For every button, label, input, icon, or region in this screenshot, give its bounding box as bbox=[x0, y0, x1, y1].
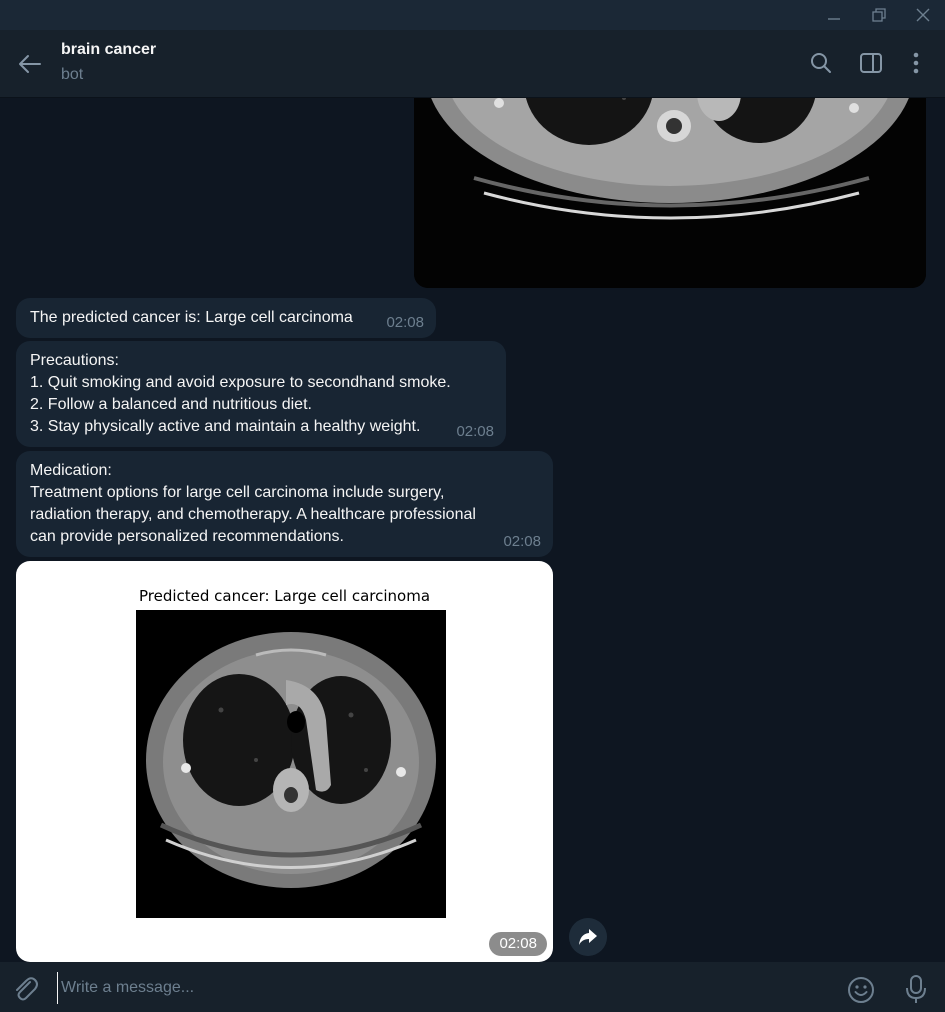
ct-scan-image bbox=[414, 98, 926, 288]
message-input[interactable] bbox=[57, 972, 833, 1004]
message-text: The predicted cancer is: Large cell carc… bbox=[30, 309, 353, 326]
forward-icon[interactable] bbox=[569, 918, 607, 956]
search-icon[interactable] bbox=[808, 50, 834, 76]
chat-status: bot bbox=[61, 66, 84, 83]
window-titlebar bbox=[0, 0, 945, 30]
message-composer bbox=[0, 962, 945, 1012]
message-time: 02:08 bbox=[456, 423, 494, 440]
minimize-icon[interactable] bbox=[823, 4, 845, 26]
message-bubble[interactable]: Precautions: 1. Quit smoking and avoid e… bbox=[16, 341, 506, 447]
emoji-icon[interactable] bbox=[846, 975, 876, 1005]
message-time: 02:08 bbox=[386, 314, 424, 331]
paperclip-icon[interactable] bbox=[10, 974, 40, 1004]
message-time: 02:08 bbox=[489, 932, 547, 956]
message-bubble[interactable]: Medication: Treatment options for large … bbox=[16, 451, 553, 557]
ct-scan-image bbox=[136, 610, 446, 918]
chat-title[interactable]: brain cancer bbox=[61, 41, 156, 59]
more-vertical-icon[interactable] bbox=[904, 50, 930, 76]
microphone-icon[interactable] bbox=[902, 974, 930, 1004]
sidebar-toggle-icon[interactable] bbox=[858, 50, 884, 76]
message-bubble[interactable]: The predicted cancer is: Large cell carc… bbox=[16, 298, 436, 338]
image-message[interactable]: Predicted cancer: Large cell carcinoma 0… bbox=[16, 561, 553, 962]
sent-ct-scan-image[interactable] bbox=[414, 98, 926, 288]
message-text: Medication: Treatment options for large … bbox=[30, 462, 476, 545]
arrow-left-icon[interactable] bbox=[16, 50, 44, 78]
restore-icon[interactable] bbox=[868, 4, 890, 26]
chat-header: brain cancer bot bbox=[0, 30, 945, 98]
close-icon[interactable] bbox=[912, 4, 934, 26]
image-caption: Predicted cancer: Large cell carcinoma bbox=[138, 587, 431, 605]
message-text: Precautions: 1. Quit smoking and avoid e… bbox=[30, 352, 451, 435]
message-time: 02:08 bbox=[503, 533, 541, 550]
message-list[interactable]: The predicted cancer is: Large cell carc… bbox=[0, 98, 945, 962]
